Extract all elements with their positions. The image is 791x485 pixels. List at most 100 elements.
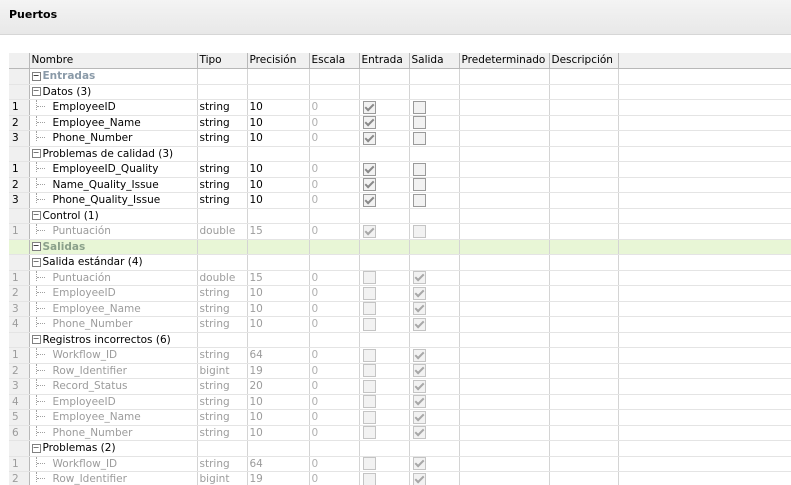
input-checkbox[interactable] bbox=[362, 100, 376, 114]
input-checkbox[interactable] bbox=[362, 426, 376, 439]
description-cell[interactable] bbox=[549, 177, 619, 193]
port-type[interactable]: string bbox=[197, 192, 248, 209]
port-precision[interactable]: 20 bbox=[247, 378, 310, 395]
port-row[interactable]: 2 Name_Quality_Issue string 10 0 bbox=[9, 177, 791, 193]
output-checkbox-cell[interactable] bbox=[409, 471, 460, 485]
default-value-cell[interactable] bbox=[459, 161, 550, 178]
port-type[interactable]: bigint bbox=[197, 363, 248, 379]
input-checkbox[interactable] bbox=[362, 271, 376, 284]
group-row[interactable]: − Datos (3) bbox=[9, 84, 791, 100]
header-entrada[interactable]: Entrada bbox=[359, 53, 410, 69]
port-row[interactable]: 1 Puntuación double 15 0 bbox=[9, 223, 791, 240]
input-checkbox-cell[interactable] bbox=[359, 394, 410, 410]
description-cell[interactable] bbox=[549, 471, 619, 485]
port-scale[interactable]: 0 bbox=[309, 223, 360, 240]
port-precision[interactable]: 15 bbox=[247, 223, 310, 240]
default-value-cell[interactable] bbox=[459, 285, 550, 302]
port-name-cell[interactable]: Workflow_ID bbox=[29, 347, 198, 364]
collapse-toggle-icon[interactable]: − bbox=[31, 71, 41, 81]
collapse-toggle-icon[interactable]: − bbox=[31, 242, 41, 251]
input-checkbox[interactable] bbox=[362, 302, 376, 315]
group-row[interactable]: − Problemas (2) bbox=[9, 440, 791, 457]
output-checkbox-cell[interactable] bbox=[409, 177, 460, 193]
port-precision[interactable]: 19 bbox=[247, 363, 310, 379]
output-checkbox[interactable] bbox=[412, 410, 426, 424]
output-checkbox[interactable] bbox=[412, 286, 426, 300]
input-checkbox[interactable] bbox=[362, 178, 376, 191]
section-row[interactable]: − Salidas bbox=[9, 239, 791, 255]
port-type[interactable]: double bbox=[197, 270, 248, 286]
description-cell[interactable] bbox=[549, 161, 619, 178]
port-scale[interactable]: 0 bbox=[309, 130, 360, 147]
input-checkbox[interactable] bbox=[362, 286, 376, 300]
default-value-cell[interactable] bbox=[459, 223, 550, 240]
description-cell[interactable] bbox=[549, 425, 619, 441]
default-value-cell[interactable] bbox=[459, 471, 550, 485]
port-row[interactable]: 3 Phone_Quality_Issue string 10 0 bbox=[9, 192, 791, 209]
port-row[interactable]: 2 Employee_Name string 10 0 bbox=[9, 115, 791, 131]
output-checkbox[interactable] bbox=[412, 271, 426, 284]
port-type[interactable]: string bbox=[197, 177, 248, 193]
port-row[interactable]: 1 Workflow_ID string 64 0 bbox=[9, 456, 791, 472]
output-checkbox-cell[interactable] bbox=[409, 425, 460, 441]
port-precision[interactable]: 10 bbox=[247, 161, 310, 178]
port-precision[interactable]: 10 bbox=[247, 301, 310, 317]
output-checkbox-cell[interactable] bbox=[409, 456, 460, 472]
header-nombre[interactable]: Nombre bbox=[29, 53, 198, 69]
port-type[interactable]: bigint bbox=[197, 471, 248, 485]
port-type[interactable]: double bbox=[197, 223, 248, 240]
port-scale[interactable]: 0 bbox=[309, 285, 360, 302]
input-checkbox-cell[interactable] bbox=[359, 161, 410, 178]
port-precision[interactable]: 10 bbox=[247, 115, 310, 131]
port-name-cell[interactable]: Row_Identifier bbox=[29, 471, 198, 485]
section-label-cell[interactable]: − Salidas bbox=[29, 239, 198, 255]
group-label-cell[interactable]: − Problemas de calidad (3) bbox=[29, 146, 198, 162]
port-name-cell[interactable]: Phone_Number bbox=[29, 130, 198, 147]
input-checkbox-cell[interactable] bbox=[359, 270, 410, 286]
port-precision[interactable]: 64 bbox=[247, 456, 310, 472]
output-checkbox-cell[interactable] bbox=[409, 347, 460, 364]
default-value-cell[interactable] bbox=[459, 99, 550, 116]
description-cell[interactable] bbox=[549, 130, 619, 147]
port-scale[interactable]: 0 bbox=[309, 456, 360, 472]
port-row[interactable]: 3 Phone_Number string 10 0 bbox=[9, 130, 791, 147]
description-cell[interactable] bbox=[549, 394, 619, 410]
group-row[interactable]: − Registros incorrectos (6) bbox=[9, 332, 791, 348]
port-scale[interactable]: 0 bbox=[309, 409, 360, 426]
group-row[interactable]: − Problemas de calidad (3) bbox=[9, 146, 791, 162]
default-value-cell[interactable] bbox=[459, 456, 550, 472]
group-label-cell[interactable]: − Control (1) bbox=[29, 208, 198, 224]
default-value-cell[interactable] bbox=[459, 394, 550, 410]
description-cell[interactable] bbox=[549, 270, 619, 286]
default-value-cell[interactable] bbox=[459, 409, 550, 426]
port-type[interactable]: string bbox=[197, 456, 248, 472]
port-precision[interactable]: 64 bbox=[247, 347, 310, 364]
description-cell[interactable] bbox=[549, 99, 619, 116]
port-scale[interactable]: 0 bbox=[309, 301, 360, 317]
output-checkbox[interactable] bbox=[412, 193, 426, 207]
input-checkbox[interactable] bbox=[362, 193, 376, 207]
input-checkbox[interactable] bbox=[362, 224, 376, 238]
output-checkbox[interactable] bbox=[412, 379, 426, 393]
default-value-cell[interactable] bbox=[459, 130, 550, 147]
input-checkbox[interactable] bbox=[362, 395, 376, 408]
input-checkbox-cell[interactable] bbox=[359, 285, 410, 302]
input-checkbox[interactable] bbox=[362, 410, 376, 424]
output-checkbox[interactable] bbox=[412, 348, 426, 362]
group-row[interactable]: − Salida estándar (4) bbox=[9, 254, 791, 271]
group-label-cell[interactable]: − Salida estándar (4) bbox=[29, 254, 198, 271]
port-precision[interactable]: 10 bbox=[247, 394, 310, 410]
port-row[interactable]: 2 EmployeeID string 10 0 bbox=[9, 285, 791, 302]
description-cell[interactable] bbox=[549, 285, 619, 302]
section-label-cell[interactable]: − Entradas bbox=[29, 68, 198, 85]
port-precision[interactable]: 10 bbox=[247, 285, 310, 302]
default-value-cell[interactable] bbox=[459, 316, 550, 333]
group-row[interactable]: − Control (1) bbox=[9, 208, 791, 224]
header-tipo[interactable]: Tipo bbox=[197, 53, 248, 69]
collapse-toggle-icon[interactable]: − bbox=[31, 211, 41, 220]
header-predeterminado[interactable]: Predeterminado bbox=[459, 53, 550, 69]
default-value-cell[interactable] bbox=[459, 347, 550, 364]
output-checkbox-cell[interactable] bbox=[409, 270, 460, 286]
port-scale[interactable]: 0 bbox=[309, 115, 360, 131]
output-checkbox-cell[interactable] bbox=[409, 409, 460, 426]
